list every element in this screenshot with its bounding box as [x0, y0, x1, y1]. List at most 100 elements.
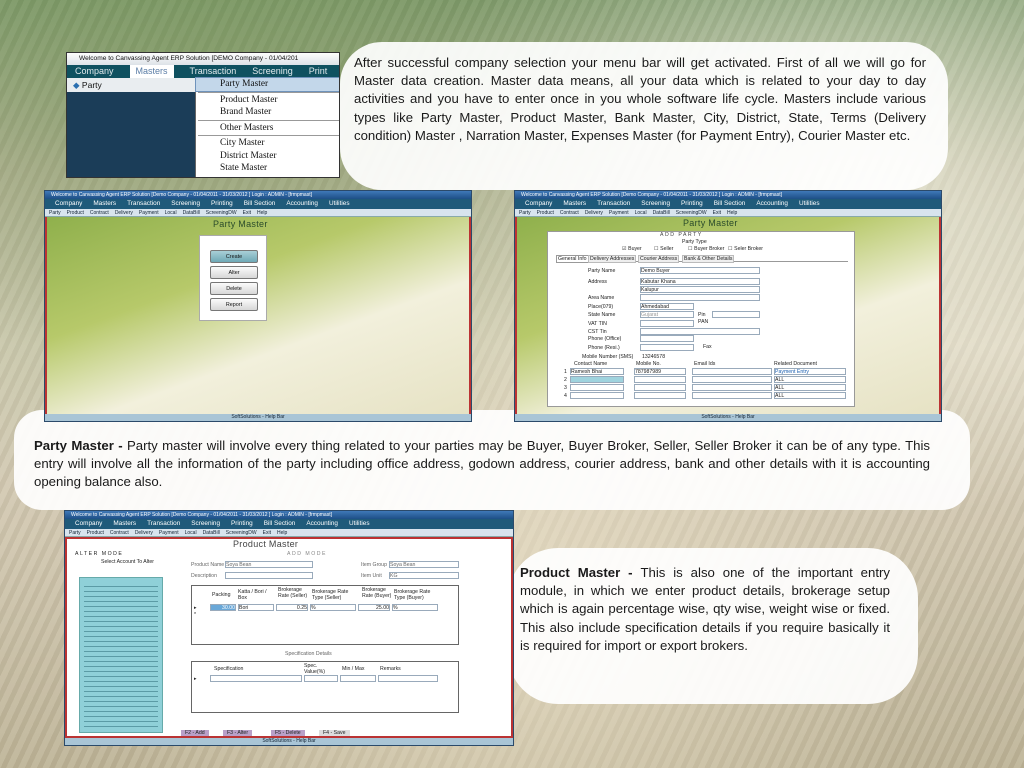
tool-party[interactable]: Party [69, 529, 81, 536]
tool-help[interactable]: Help [277, 529, 287, 536]
tool-payment[interactable]: Payment [139, 209, 159, 216]
area-name-select[interactable] [640, 294, 760, 301]
menu-screening[interactable]: Screening [171, 199, 200, 209]
party-name-field[interactable]: Demo Buyer [640, 267, 760, 274]
tool-contract[interactable]: Contract [560, 209, 579, 216]
tool-databill[interactable]: DataBill [653, 209, 670, 216]
menu-masters[interactable]: Masters [129, 65, 174, 78]
grid-cell-rate-seller[interactable]: 0.25 [276, 604, 308, 611]
tool-help[interactable]: Help [257, 209, 267, 216]
report-button[interactable]: Report [210, 298, 258, 311]
place-field[interactable]: Ahmedabad [640, 303, 694, 310]
type-seller-broker-checkbox[interactable]: ☐ Seler Broker [728, 246, 763, 252]
spec-cell-min-max[interactable] [340, 675, 376, 682]
type-seller-checkbox[interactable]: ☐ Seller [654, 246, 673, 252]
menu-masters[interactable]: Masters [563, 199, 586, 209]
vat-tin-field[interactable] [640, 320, 694, 327]
menu-item-product-master[interactable]: Product Master [196, 94, 339, 107]
menu-item-state-master[interactable]: State Master [196, 162, 339, 175]
alter-list[interactable] [79, 577, 163, 733]
menu-company[interactable]: Company [75, 519, 102, 529]
tool-contract[interactable]: Contract [90, 209, 109, 216]
grid-cell-type-seller[interactable]: % [310, 604, 356, 611]
grid-cell-rate-buyer[interactable]: 25.00 [358, 604, 390, 611]
contact-mobile-field[interactable] [634, 392, 686, 399]
f2-add-button[interactable]: F2 - Add [181, 730, 209, 736]
tool-exit[interactable]: Exit [243, 209, 251, 216]
tab-bank-other[interactable]: Bank & Other Details [682, 255, 735, 263]
menu-printing[interactable]: Printing [681, 199, 703, 209]
contact-name-field[interactable]: Ramesh Bhai [570, 368, 624, 375]
tool-databill[interactable]: DataBill [203, 529, 220, 536]
tool-product[interactable]: Product [87, 529, 104, 536]
menu-utilities[interactable]: Utilities [329, 199, 350, 209]
menu-bill-section[interactable]: Bill Section [264, 519, 296, 529]
contact-email-field[interactable] [692, 392, 772, 399]
menu-company[interactable]: Company [55, 199, 82, 209]
tab-general-info[interactable]: General Info [556, 255, 589, 263]
menu-screening[interactable]: Screening [191, 519, 220, 529]
f4-save-button[interactable]: F4 - Save [319, 730, 350, 736]
tool-databill[interactable]: DataBill [183, 209, 200, 216]
tool-delivery[interactable]: Delivery [585, 209, 603, 216]
tool-payment[interactable]: Payment [609, 209, 629, 216]
tool-contract[interactable]: Contract [110, 529, 129, 536]
tool-exit[interactable]: Exit [713, 209, 721, 216]
menu-masters[interactable]: Masters [113, 519, 136, 529]
type-buyer-checkbox[interactable]: ☑ Buyer [622, 246, 642, 252]
contact-name-field[interactable] [570, 376, 624, 383]
spec-cell-specification[interactable] [210, 675, 302, 682]
tab-delivery-addresses[interactable]: Delivery Addresses [588, 255, 637, 263]
product-name-field[interactable]: Soya Bean [225, 561, 313, 568]
contact-name-field[interactable] [570, 384, 624, 391]
menu-item-city-master[interactable]: City Master [196, 137, 339, 150]
menu-accounting[interactable]: Accounting [306, 519, 338, 529]
item-unit-select[interactable]: KG [389, 572, 459, 579]
tab-courier-address[interactable]: Courier Address [638, 255, 680, 263]
contact-document-select[interactable]: Payment Entry [774, 368, 846, 375]
mobile-sms-field[interactable]: 13246578 [642, 354, 665, 360]
contact-email-field[interactable] [692, 368, 772, 375]
alter-button[interactable]: Alter [210, 266, 258, 279]
phone-office-field[interactable] [640, 335, 694, 342]
tool-screeningdw[interactable]: ScreeningDW [206, 209, 237, 216]
f5-delete-button[interactable]: F5 - Delete [271, 730, 305, 736]
menu-printing[interactable]: Printing [231, 519, 253, 529]
spec-cell-remarks[interactable] [378, 675, 438, 682]
grid-cell-type-buyer[interactable]: % [392, 604, 438, 611]
tool-product[interactable]: Product [537, 209, 554, 216]
delete-button[interactable]: Delete [210, 282, 258, 295]
tool-screeningdw[interactable]: ScreeningDW [226, 529, 257, 536]
menu-accounting[interactable]: Accounting [286, 199, 318, 209]
menu-utilities[interactable]: Utilities [349, 519, 370, 529]
tool-screeningdw[interactable]: ScreeningDW [676, 209, 707, 216]
state-name-field[interactable]: Gujarat [640, 311, 694, 318]
spec-cell-value[interactable] [304, 675, 338, 682]
menu-screening[interactable]: Screening [641, 199, 670, 209]
tool-payment[interactable]: Payment [159, 529, 179, 536]
contact-mobile-field[interactable]: 787987989 [634, 368, 686, 375]
contact-document-select[interactable]: ALL [774, 384, 846, 391]
contact-name-field[interactable] [570, 392, 624, 399]
description-field[interactable] [225, 572, 313, 579]
grid-cell-packing[interactable]: 30.00 [210, 604, 236, 611]
menu-bill-section[interactable]: Bill Section [714, 199, 746, 209]
contact-email-field[interactable] [692, 376, 772, 383]
create-button[interactable]: Create [210, 250, 258, 263]
menu-item-district-master[interactable]: District Master [196, 150, 339, 163]
menu-item-party-master[interactable]: Party Master [195, 77, 339, 92]
address-field-1[interactable]: Kabutar Khana [640, 278, 760, 285]
tool-delivery[interactable]: Delivery [115, 209, 133, 216]
address-field-2[interactable]: Kalupur [640, 286, 760, 293]
menu-utilities[interactable]: Utilities [799, 199, 820, 209]
tool-party[interactable]: Party [49, 209, 61, 216]
phone-resi-field[interactable] [640, 344, 694, 351]
menu-transaction[interactable]: Transaction [597, 199, 630, 209]
menu-company[interactable]: Company [525, 199, 552, 209]
menu-company[interactable]: Company [75, 65, 114, 78]
item-group-select[interactable]: Soya Bean [389, 561, 459, 568]
tool-local[interactable]: Local [635, 209, 647, 216]
tool-party[interactable]: Party [519, 209, 531, 216]
menu-printing[interactable]: Printing [211, 199, 233, 209]
tool-delivery[interactable]: Delivery [135, 529, 153, 536]
